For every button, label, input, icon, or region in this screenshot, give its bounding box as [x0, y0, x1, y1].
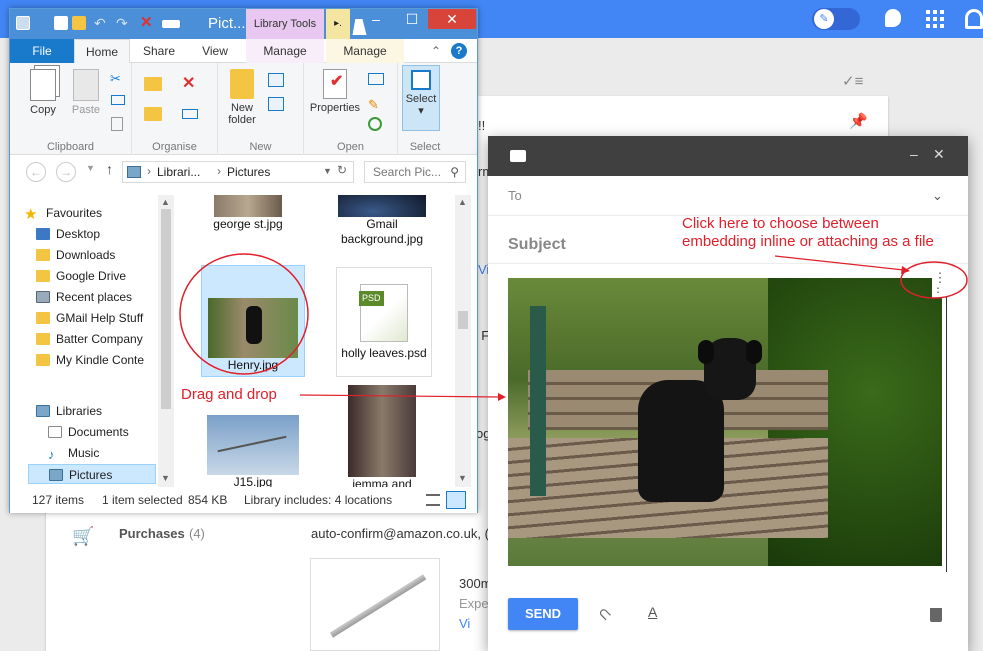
options-annotation-line1: Click here to choose between — [682, 215, 879, 232]
drag-and-drop-annotation: Drag and drop — [181, 386, 277, 403]
henry-highlight-circle — [179, 253, 309, 375]
options-highlight-circle — [900, 261, 968, 299]
options-arrowhead — [901, 266, 910, 274]
drag-arrowhead — [498, 393, 506, 401]
options-annotation-line2: embedding inline or attaching as a file — [682, 233, 934, 250]
drag-arrow — [299, 394, 501, 398]
options-arrow — [774, 255, 905, 271]
annotation-overlay — [179, 253, 968, 401]
